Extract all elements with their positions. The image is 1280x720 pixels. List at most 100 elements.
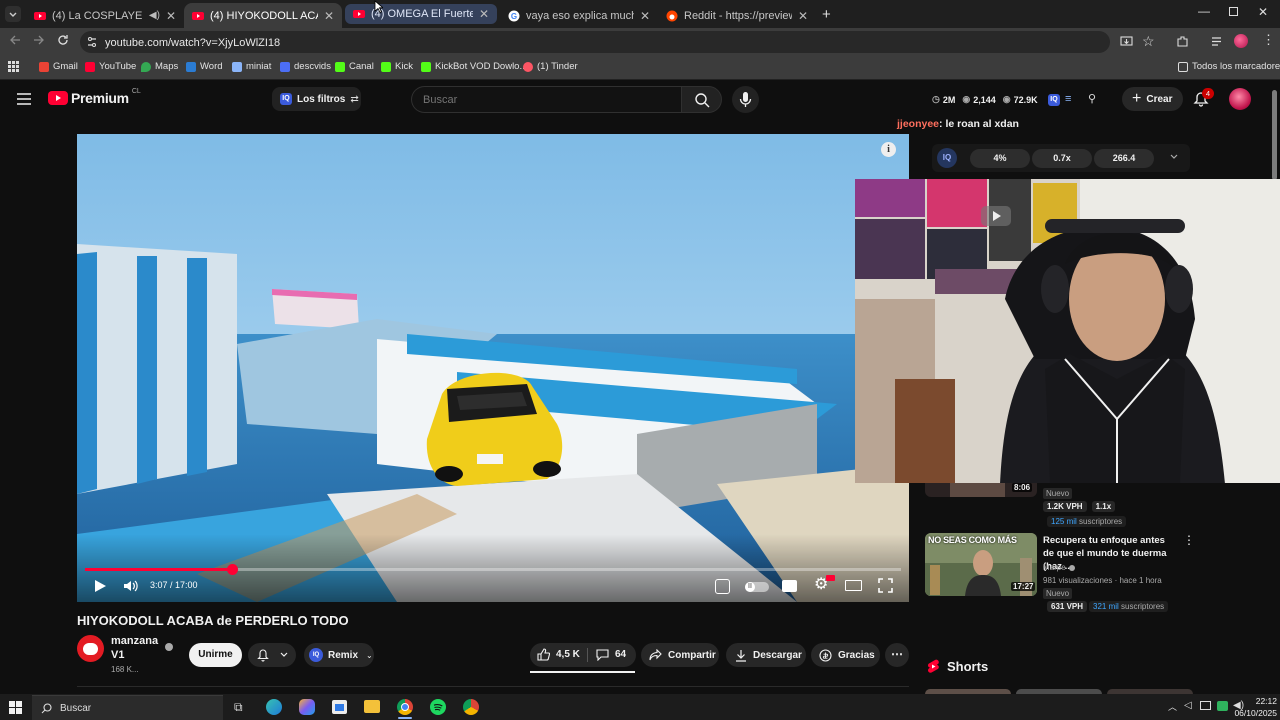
channel-name-line1[interactable]: manzana	[111, 635, 158, 647]
channel-stats: ◷ 2M ◉ 2,144 ◉ 72.9K	[932, 94, 1038, 105]
voice-search-button[interactable]	[732, 86, 759, 113]
volume-button[interactable]	[123, 579, 139, 593]
spotify-icon[interactable]	[430, 699, 446, 715]
url-text[interactable]: youtube.com/watch?v=XjyLoWlZI18	[105, 37, 280, 49]
search-button[interactable]	[681, 86, 722, 113]
close-icon[interactable]: ✕	[640, 9, 650, 23]
new-tab-button[interactable]: +	[822, 6, 831, 23]
bookmark-youtube[interactable]: YouTube	[85, 61, 136, 72]
forward-button[interactable]	[33, 34, 45, 46]
monitor-tray-icon[interactable]	[1200, 701, 1211, 710]
download-button[interactable]: Descargar	[726, 643, 806, 667]
apps-icon[interactable]	[8, 61, 19, 72]
subscribe-bell-button[interactable]	[248, 643, 296, 667]
star-icon[interactable]: ☆	[1142, 33, 1155, 50]
apple-logo-icon	[83, 643, 98, 655]
list-icon[interactable]: ≡	[1065, 93, 1071, 105]
comments-button[interactable]: 64	[596, 648, 626, 661]
bookmark-maps[interactable]: Maps	[141, 61, 178, 72]
tab-search-button[interactable]	[5, 6, 21, 22]
play-button[interactable]	[93, 579, 107, 593]
browser-tab-4[interactable]: G vaya eso explica muchas cosas ✕	[500, 3, 658, 28]
copilot-icon[interactable]	[299, 699, 315, 715]
progress-bar[interactable]	[85, 564, 901, 575]
create-button[interactable]: + Crear	[1122, 87, 1183, 111]
store-icon[interactable]	[332, 700, 347, 714]
close-icon[interactable]: ✕	[479, 7, 489, 21]
bookmark-kickbot[interactable]: KickBot VOD Dowlo...	[421, 61, 527, 72]
stat-subs: 2M	[942, 94, 956, 105]
browser-tab-5[interactable]: Reddit - https://preview.redd.it ✕	[658, 3, 816, 28]
search-input[interactable]	[411, 86, 682, 113]
bookmark-miniat[interactable]: miniat	[232, 61, 271, 72]
account-avatar[interactable]	[1229, 88, 1251, 110]
info-button[interactable]: i	[881, 142, 896, 157]
reload-button[interactable]	[57, 34, 69, 46]
restore-button[interactable]	[1229, 7, 1238, 16]
browser-tab-3[interactable]: (4) OMEGA El Fuerte - Tu Si Qu ✕	[345, 4, 497, 24]
site-info-icon[interactable]	[86, 36, 98, 48]
file-explorer-icon[interactable]	[364, 700, 380, 713]
chrome-icon[interactable]	[397, 699, 413, 715]
rec-more-button[interactable]: ⋮	[1183, 534, 1195, 546]
bookmark-gmail[interactable]: Gmail	[39, 61, 78, 72]
youtube-logo[interactable]: Premium CL	[48, 88, 141, 106]
chrome-profile-icon[interactable]	[463, 699, 479, 715]
no-ad-icon[interactable]	[715, 579, 730, 594]
minimize-button[interactable]: —	[1198, 4, 1210, 18]
subtitles-button[interactable]	[782, 580, 797, 592]
clock-time[interactable]: 22:12	[1235, 696, 1277, 706]
progress-scrubber[interactable]	[226, 564, 238, 575]
bookmark-tinder[interactable]: (1) Tinder	[523, 61, 578, 72]
filters-button[interactable]: IQ Los filtros ⇄	[272, 87, 361, 111]
badge-icon[interactable]: ⚲	[1088, 92, 1096, 105]
more-actions-button[interactable]: ⋯	[885, 643, 909, 667]
kick-icon	[335, 61, 345, 72]
all-bookmarks[interactable]: Todos los marcadores	[1178, 61, 1280, 72]
tab-list-icon[interactable]	[1210, 35, 1223, 48]
chevron-down-icon[interactable]	[1168, 150, 1180, 162]
bookmark-canal[interactable]: Canal	[335, 61, 374, 72]
extension-iq-icon[interactable]: IQ	[1048, 94, 1060, 106]
thanks-button[interactable]: Gracias	[811, 643, 880, 667]
speaker-tray-icon[interactable]: ◁	[1184, 700, 1192, 711]
hd-badge	[826, 575, 835, 581]
close-icon[interactable]: ✕	[324, 9, 334, 23]
autoplay-toggle[interactable]: II	[745, 582, 769, 592]
extensions-icon[interactable]	[1176, 35, 1189, 48]
rec-channel-2[interactable]: Marpe	[1043, 563, 1075, 572]
channel-avatar[interactable]	[77, 635, 104, 662]
bookmark-kick[interactable]: Kick	[381, 61, 413, 72]
remix-button[interactable]: IQ Remix ⌄	[304, 643, 374, 667]
back-button[interactable]	[9, 34, 21, 46]
menu-icon[interactable]: ⋮	[1262, 33, 1275, 46]
rec-duration-2: 17:27	[1011, 582, 1036, 591]
thanks-icon	[819, 648, 832, 662]
task-view-icon[interactable]: ⧉	[234, 700, 243, 715]
like-button[interactable]: 4,5 K	[537, 648, 580, 661]
share-button[interactable]: Compartir	[641, 643, 719, 667]
close-window-button[interactable]: ✕	[1258, 5, 1268, 19]
browser-tab-1[interactable]: (4) La COSPLAYER que se C ◀) ✕	[26, 3, 184, 28]
bookmark-descvids[interactable]: descvids	[280, 61, 331, 72]
bookmark-word[interactable]: Word	[186, 61, 223, 72]
close-icon[interactable]: ✕	[798, 9, 808, 23]
taskbar-search[interactable]: Buscar	[32, 695, 223, 720]
edge-icon[interactable]	[266, 699, 282, 715]
start-button[interactable]	[9, 701, 22, 714]
browser-tab-2[interactable]: (4) HIYOKODOLL ACABA de PEF ✕	[184, 3, 342, 28]
channel-name-line2[interactable]: V1	[111, 649, 124, 661]
video-player[interactable]: i 3:07 / 17:00 II ⚙	[77, 134, 909, 602]
clock-date[interactable]: 06/10/2025	[1225, 708, 1277, 718]
fullscreen-button[interactable]	[878, 578, 893, 593]
join-button[interactable]: Unirme	[189, 643, 242, 667]
close-icon[interactable]: ✕	[166, 9, 176, 23]
hamburger-menu-icon[interactable]	[16, 92, 32, 106]
install-icon[interactable]	[1120, 35, 1133, 48]
profile-avatar[interactable]	[1234, 34, 1248, 48]
rec-channel-name: Marpe	[1043, 563, 1066, 572]
tray-overflow-icon[interactable]: ︿	[1168, 700, 1177, 713]
theater-mode-button[interactable]	[845, 580, 862, 591]
speaker-icon[interactable]: ◀)	[149, 10, 160, 21]
page-scrollbar[interactable]	[1272, 90, 1277, 180]
